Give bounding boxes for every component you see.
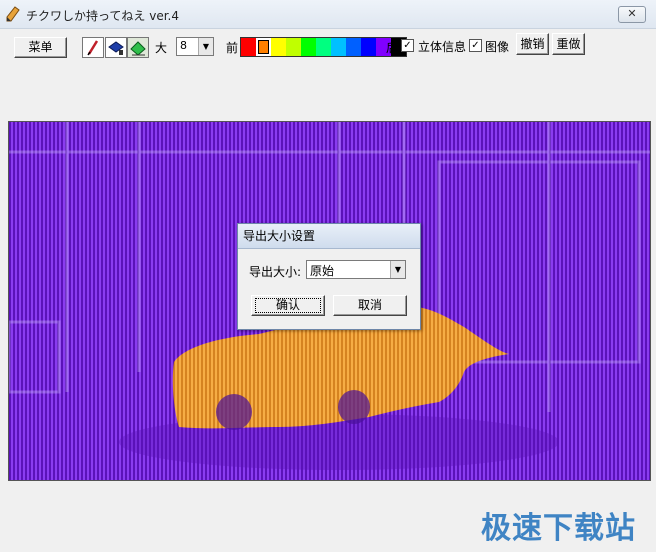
eraser-tool-button[interactable]: [127, 37, 149, 58]
pen-icon: [87, 40, 99, 56]
chevron-down-icon: ▼: [390, 261, 405, 278]
cancel-button[interactable]: 取消: [333, 295, 407, 316]
foreground-label: 前: [226, 41, 239, 55]
close-button[interactable]: ✕: [618, 6, 646, 23]
background-label: 后: [386, 41, 399, 55]
chevron-down-icon: ▼: [198, 38, 213, 55]
color-swatch[interactable]: [361, 38, 376, 56]
color-swatch[interactable]: [331, 38, 346, 56]
paint-bucket-icon: [108, 41, 124, 55]
export-size-label: 导出大小:: [249, 265, 302, 279]
title-bar: チクワしか持ってねえ ver.4 ✕: [0, 0, 656, 29]
undo-button[interactable]: 撤销: [516, 33, 549, 55]
image-label: 图像: [485, 40, 510, 54]
confirm-button[interactable]: 确认: [251, 295, 325, 316]
export-size-select[interactable]: 原始 ▼: [306, 260, 406, 279]
dialog-title: 导出大小设置: [238, 224, 420, 249]
size-label: 大: [155, 41, 168, 55]
color-swatch[interactable]: [271, 38, 286, 56]
size-value: 8: [180, 39, 187, 52]
watermark-logo: 极速下载站: [481, 511, 636, 546]
size-select[interactable]: 8 ▼: [176, 37, 214, 56]
focus-ring: [255, 298, 321, 313]
window-title: チクワしか持ってねえ ver.4: [26, 9, 179, 23]
pencil-icon: [6, 6, 20, 22]
image-checkbox[interactable]: ✓: [469, 39, 482, 52]
fill-tool-button[interactable]: [105, 37, 127, 58]
menu-button[interactable]: 菜单: [14, 37, 67, 58]
color-swatch[interactable]: [316, 38, 331, 56]
color-swatch[interactable]: [256, 38, 271, 56]
redo-button[interactable]: 重做: [552, 33, 585, 55]
color-swatch[interactable]: [301, 38, 316, 56]
color-swatch[interactable]: [241, 38, 256, 56]
pen-tool-button[interactable]: [82, 37, 104, 58]
color-swatch[interactable]: [286, 38, 301, 56]
stereo-label: 立体信息: [418, 40, 467, 54]
eraser-icon: [130, 41, 146, 56]
export-size-value: 原始: [310, 264, 335, 278]
color-palette[interactable]: [240, 37, 407, 57]
export-size-dialog: 导出大小设置 导出大小: 原始 ▼ 确认 取消: [237, 223, 421, 330]
color-swatch[interactable]: [346, 38, 361, 56]
stereo-checkbox[interactable]: ✓: [401, 39, 414, 52]
